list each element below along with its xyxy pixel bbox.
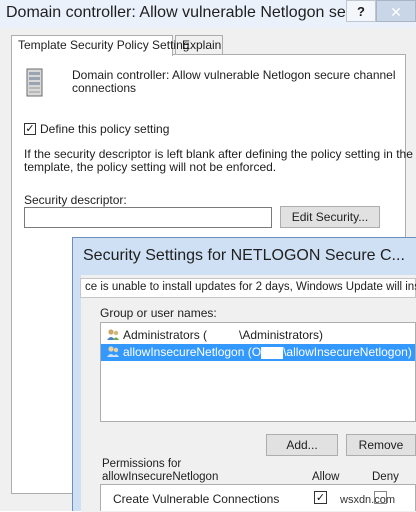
- permission-allow-checkbox[interactable]: ✓: [314, 491, 327, 504]
- note-line2: template, the policy setting will not be…: [24, 160, 277, 174]
- add-button[interactable]: Add...: [266, 434, 338, 456]
- permission-name: Create Vulnerable Connections: [113, 492, 280, 506]
- descriptor-label: Security descriptor:: [24, 193, 127, 207]
- policy-dialog-title: Domain controller: Allow vulnerable Netl…: [6, 4, 368, 21]
- user-icon: [107, 346, 119, 357]
- permissions-label-line1: Permissions for: [102, 458, 182, 470]
- policy-server-icon: [26, 68, 43, 97]
- policy-name-line1: Domain controller: Allow vulnerable Netl…: [72, 68, 396, 82]
- security-descriptor-field[interactable]: [24, 207, 272, 228]
- policy-name-line2: connections: [72, 81, 137, 95]
- user-row-administrators[interactable]: Administrators (\Administrators): [101, 327, 416, 344]
- help-button[interactable]: ?: [346, 0, 376, 22]
- watermark: wsxdn.com: [340, 494, 396, 506]
- windows-update-info-bar: ce is unable to install updates for 2 da…: [80, 278, 416, 298]
- close-button[interactable]: ✕: [376, 0, 416, 22]
- define-policy-label: Define this policy setting: [40, 122, 170, 136]
- permissions-label-line2: allowInsecureNetlogon: [102, 471, 219, 483]
- group-or-user-names-label: Group or user names:: [100, 306, 217, 320]
- column-deny: Deny: [372, 471, 399, 483]
- remove-button[interactable]: Remove: [346, 434, 416, 456]
- edit-security-button[interactable]: Edit Security...: [280, 206, 380, 228]
- close-icon: ✕: [390, 4, 402, 20]
- define-policy-checkbox[interactable]: ✓: [24, 123, 36, 135]
- user-list[interactable]: Administrators (\Administrators) allowIn…: [100, 322, 416, 422]
- security-dialog-title: Security Settings for NETLOGON Secure C.…: [83, 247, 405, 264]
- tab-template-security-policy-setting[interactable]: Template Security Policy Setting: [11, 35, 189, 56]
- info-bar-text: ce is unable to install updates for 2 da…: [85, 281, 416, 293]
- user-row-allowinsecurenetlogon[interactable]: allowInsecureNetlogon (O \allowInsecureNe…: [101, 344, 415, 361]
- column-allow: Allow: [312, 471, 340, 483]
- policy-dialog-titlebar: Domain controller: Allow vulnerable Netl…: [0, 0, 416, 28]
- user-label-allowinsecurenetlogon: allowInsecureNetlogon (O \allowInsecureNe…: [123, 345, 412, 359]
- user-group-icon: [107, 329, 119, 340]
- redacted-domain: [261, 346, 284, 359]
- user-label-administrators: Administrators (\Administrators): [123, 328, 324, 342]
- note-line1: If the security descriptor is left blank…: [24, 147, 413, 161]
